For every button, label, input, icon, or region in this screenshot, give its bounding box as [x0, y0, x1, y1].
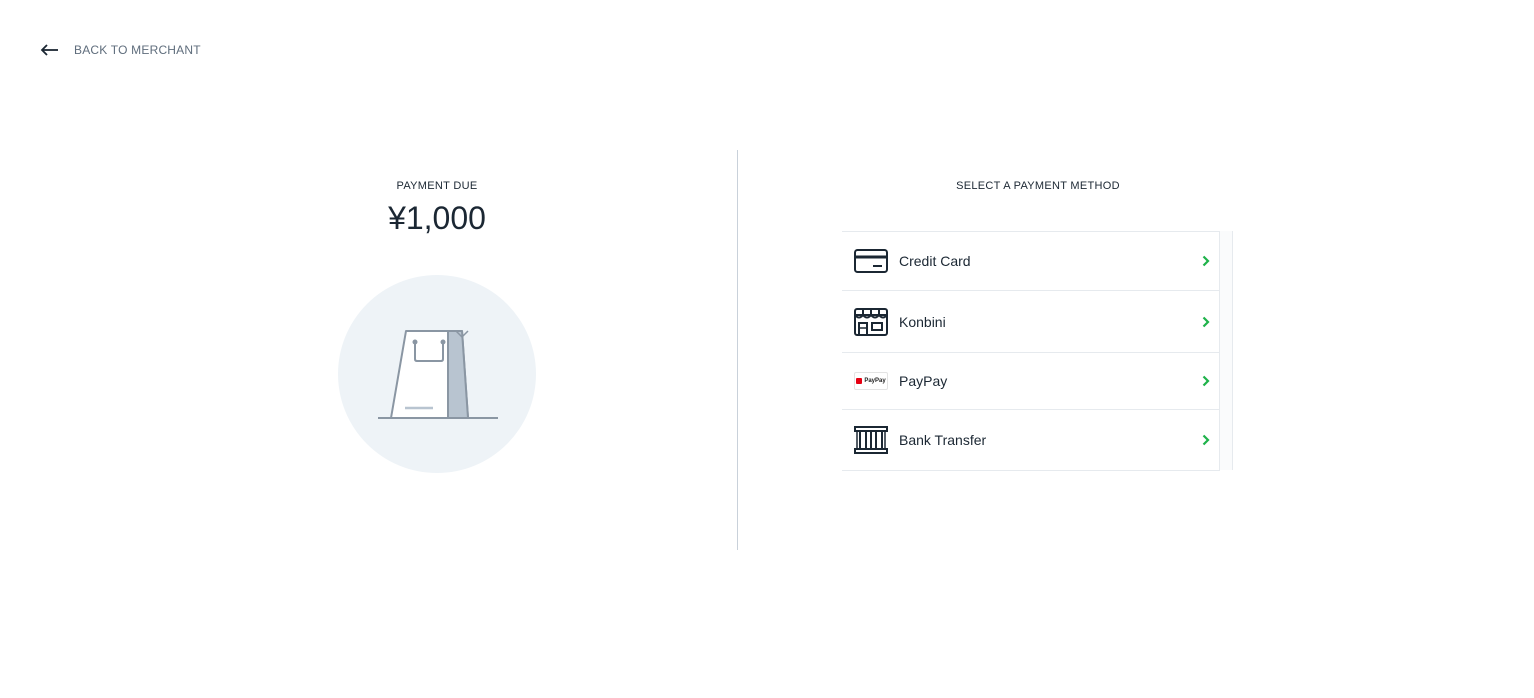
method-list-scrollbar[interactable]	[1219, 231, 1233, 470]
paypay-logo-icon: PayPay	[854, 366, 888, 396]
method-label-konbini: Konbini	[899, 313, 946, 330]
arrow-left-icon	[40, 44, 58, 56]
back-to-merchant-link[interactable]: BACK TO MERCHANT	[40, 40, 201, 60]
payment-method-bank-transfer[interactable]: Bank Transfer	[842, 410, 1220, 471]
method-label-credit-card: Credit Card	[899, 253, 971, 269]
vertical-divider	[737, 150, 738, 550]
paypay-mark	[856, 378, 863, 384]
bank-icon	[854, 425, 888, 455]
payment-method-konbini[interactable]: Konbini	[842, 291, 1220, 353]
credit-card-icon	[854, 246, 888, 276]
chevron-right-icon	[1202, 434, 1210, 446]
payment-summary-pane: PAYMENT DUE ¥1,000	[0, 150, 737, 550]
paypay-logo: PayPay	[854, 372, 888, 390]
back-to-merchant-label: BACK TO MERCHANT	[74, 43, 201, 57]
method-label-paypay: PayPay	[899, 373, 948, 389]
payment-amount: ¥1,000	[388, 200, 486, 236]
paypay-logo-text: PayPay	[864, 378, 886, 384]
convenience-store-icon	[854, 307, 888, 337]
payment-method-paypay[interactable]: PayPay PayPay	[842, 353, 1220, 410]
chevron-right-icon	[1202, 375, 1210, 387]
shopping-bag-icon	[338, 275, 536, 473]
method-label-bank-transfer: Bank Transfer	[899, 432, 987, 448]
chevron-right-icon	[1202, 255, 1210, 267]
chevron-right-icon	[1202, 316, 1210, 327]
payment-due-label: PAYMENT DUE	[396, 180, 478, 192]
payment-method-list: Credit Card Konbini PayPay PayPay Bank T…	[842, 231, 1220, 471]
select-method-title: SELECT A PAYMENT METHOD	[956, 180, 1120, 192]
payment-method-credit-card[interactable]: Credit Card	[842, 232, 1220, 291]
